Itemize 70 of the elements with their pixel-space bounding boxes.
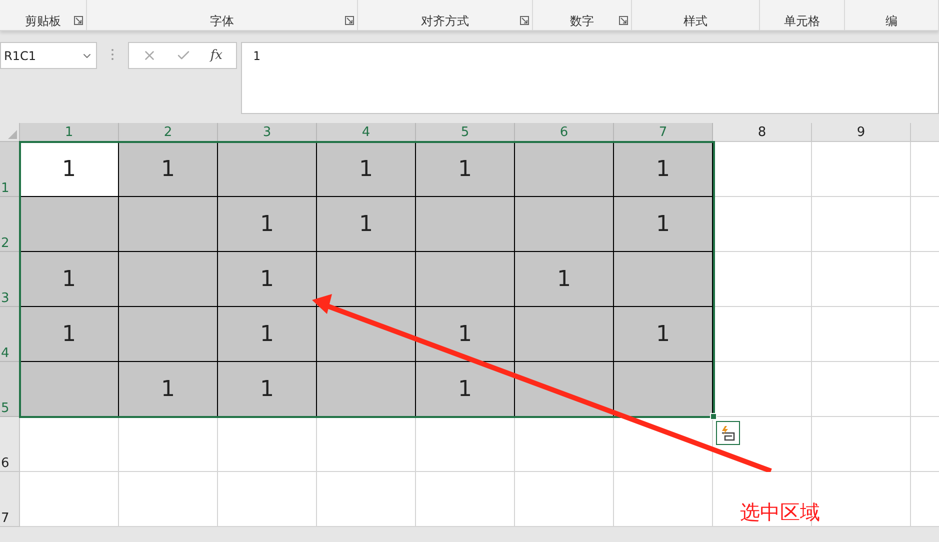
cell[interactable] <box>515 307 614 362</box>
cell[interactable] <box>614 252 713 307</box>
name-box[interactable]: R1C1 <box>0 42 97 69</box>
column-header[interactable]: 9 <box>812 123 911 142</box>
column-header[interactable]: 8 <box>713 123 812 142</box>
cell[interactable] <box>317 252 416 307</box>
cell[interactable]: 1 <box>218 197 317 252</box>
column-header[interactable]: 4 <box>317 123 416 142</box>
ribbon-group-label: 对齐方式 <box>421 15 469 27</box>
insert-function-button[interactable]: fx <box>210 46 222 66</box>
cell[interactable] <box>614 362 713 417</box>
ribbon-group-label: 剪贴板 <box>25 15 61 27</box>
cell[interactable]: 1 <box>614 197 713 252</box>
column-header[interactable]: 7 <box>614 123 713 142</box>
cell[interactable]: 1 <box>317 142 416 197</box>
cell[interactable] <box>119 307 218 362</box>
quick-analysis-icon <box>720 425 736 441</box>
cell[interactable]: 1 <box>20 252 119 307</box>
ribbon-group-label: 字体 <box>210 15 234 27</box>
cell[interactable]: 1 <box>218 252 317 307</box>
cell[interactable] <box>119 252 218 307</box>
corner-triangle-icon <box>8 130 17 139</box>
row-header[interactable]: 2 <box>0 197 20 252</box>
cell[interactable]: 1 <box>515 252 614 307</box>
cell[interactable]: 1 <box>119 362 218 417</box>
dialog-launcher-icon[interactable] <box>74 16 83 25</box>
cell[interactable] <box>20 197 119 252</box>
cell[interactable] <box>20 362 119 417</box>
row-header[interactable]: 4 <box>0 307 20 362</box>
ribbon-group-label: 样式 <box>684 15 708 27</box>
cell[interactable]: 1 <box>20 307 119 362</box>
row-header[interactable]: 6 <box>0 417 20 472</box>
cell[interactable] <box>119 197 218 252</box>
cell[interactable]: 1 <box>416 307 515 362</box>
cell[interactable] <box>515 197 614 252</box>
row-header[interactable]: 7 <box>0 472 20 527</box>
column-header[interactable]: 5 <box>416 123 515 142</box>
cell[interactable] <box>317 362 416 417</box>
formula-input[interactable]: 1 <box>241 42 939 114</box>
column-header[interactable]: 2 <box>119 123 218 142</box>
quick-analysis-button[interactable] <box>716 421 740 445</box>
ribbon-group-label: 数字 <box>570 15 594 27</box>
cell[interactable] <box>416 197 515 252</box>
cell[interactable]: 1 <box>614 142 713 197</box>
cell[interactable]: 1 <box>218 362 317 417</box>
row-header[interactable]: 3 <box>0 252 20 307</box>
cell[interactable]: 1 <box>119 142 218 197</box>
cell[interactable]: 1 <box>614 307 713 362</box>
row-header[interactable]: 1 <box>0 142 20 197</box>
cell[interactable]: 1 <box>218 307 317 362</box>
grip-dots-icon <box>111 48 114 61</box>
cell[interactable] <box>317 307 416 362</box>
annotation-label: 选中区域 <box>740 502 820 522</box>
cell[interactable] <box>416 252 515 307</box>
column-header[interactable]: 1 <box>20 123 119 142</box>
dialog-launcher-icon[interactable] <box>345 16 354 25</box>
ribbon-group-label: 单元格 <box>784 15 820 27</box>
cell[interactable]: 1 <box>416 362 515 417</box>
dialog-launcher-icon[interactable] <box>619 16 628 25</box>
cell[interactable]: 1 <box>416 142 515 197</box>
column-header[interactable]: 3 <box>218 123 317 142</box>
dialog-launcher-icon[interactable] <box>520 16 529 25</box>
row-header[interactable]: 5 <box>0 362 20 417</box>
column-header[interactable]: 6 <box>515 123 614 142</box>
cell[interactable] <box>218 142 317 197</box>
fill-handle[interactable] <box>710 413 717 420</box>
cell[interactable]: 1 <box>317 197 416 252</box>
cell[interactable] <box>515 142 614 197</box>
cell[interactable]: 1 <box>20 142 119 197</box>
ribbon-group-label: 编 <box>886 15 898 27</box>
